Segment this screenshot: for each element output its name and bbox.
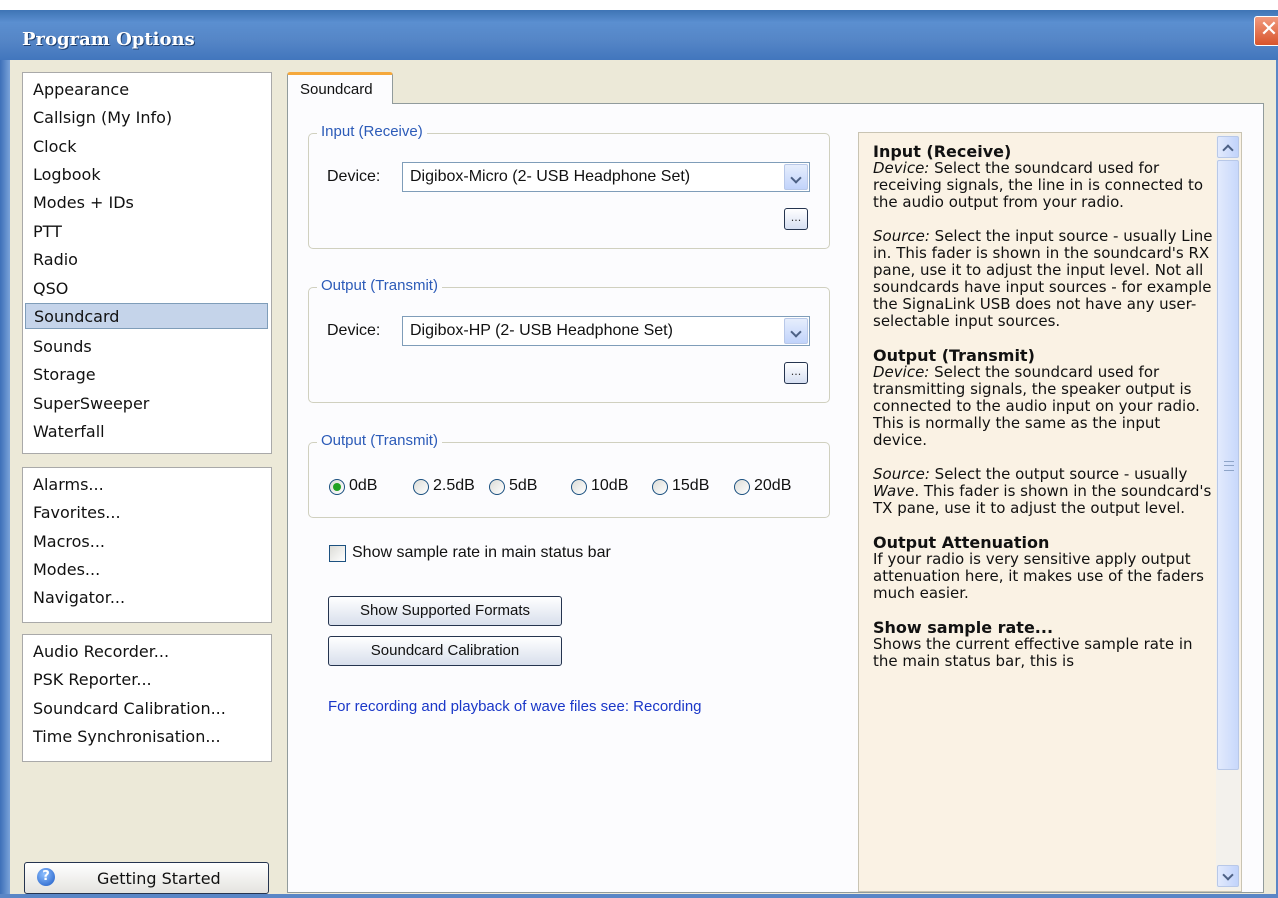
sidebar-item-favorites[interactable]: Favorites... xyxy=(33,500,121,526)
sidebar-item-soundcard[interactable]: Soundcard xyxy=(25,303,268,329)
utilities-list: Audio Recorder... PSK Reporter... Soundc… xyxy=(22,634,272,762)
sidebar-item-appearance[interactable]: Appearance xyxy=(33,77,129,103)
recording-link[interactable]: For recording and playback of wave files… xyxy=(328,698,702,715)
radio-2-5db-label[interactable]: 2.5dB xyxy=(433,477,475,495)
sidebar-item-psk-reporter[interactable]: PSK Reporter... xyxy=(33,667,152,693)
input-device-label: Device: xyxy=(327,168,381,185)
output-transmit-title: Output (Transmit) xyxy=(317,277,442,294)
help-output-device: Device: Select the soundcard used for tr… xyxy=(873,364,1213,449)
soundcard-calibration-button[interactable]: Soundcard Calibration xyxy=(328,636,562,666)
radio-0db[interactable] xyxy=(329,479,345,495)
help-input-device-term: Device: xyxy=(873,159,930,177)
close-button[interactable]: ✕ xyxy=(1254,16,1278,46)
help-samplerate-heading: Show sample rate... xyxy=(873,618,1054,637)
radio-10db[interactable] xyxy=(571,479,587,495)
chevron-down-icon[interactable] xyxy=(784,318,808,344)
sidebar-item-modes-ids[interactable]: Modes + IDs xyxy=(33,190,134,216)
show-sample-rate-checkbox[interactable] xyxy=(329,545,346,562)
scrollbar-thumb[interactable] xyxy=(1217,160,1239,770)
help-output-heading: Output (Transmit) xyxy=(873,346,1035,365)
output-device-value: Digibox-HP (2- USB Headphone Set) xyxy=(410,322,673,339)
radio-0db-label[interactable]: 0dB xyxy=(349,477,377,495)
getting-started-button[interactable]: ? Getting Started xyxy=(24,862,269,894)
help-output-source-text-a: Select the output source - usually xyxy=(929,465,1188,483)
sidebar-item-macros[interactable]: Macros... xyxy=(33,529,105,555)
window-title: Program Options xyxy=(22,29,195,50)
sidebar-item-callsign[interactable]: Callsign (My Info) xyxy=(33,105,172,131)
help-samplerate-text: Shows the current effective sample rate … xyxy=(873,635,1193,670)
help-input-heading: Input (Receive) xyxy=(873,142,1012,161)
tools-list: Alarms... Favorites... Macros... Modes..… xyxy=(22,467,272,623)
sidebar-item-qso[interactable]: QSO xyxy=(33,276,68,302)
help-output-source: Source: Select the output source - usual… xyxy=(873,466,1213,517)
sidebar-item-navigator[interactable]: Navigator... xyxy=(33,585,125,611)
getting-started-label: Getting Started xyxy=(97,869,221,888)
sidebar-item-radio[interactable]: Radio xyxy=(33,247,78,273)
radio-15db-label[interactable]: 15dB xyxy=(672,477,709,495)
show-sample-rate-label[interactable]: Show sample rate in main status bar xyxy=(352,544,611,562)
output-device-browse-button[interactable]: ... xyxy=(784,362,808,384)
radio-20db-label[interactable]: 20dB xyxy=(754,477,791,495)
radio-2-5db[interactable] xyxy=(413,479,429,495)
window-frame-left xyxy=(0,60,10,898)
radio-20db[interactable] xyxy=(734,479,750,495)
output-attenuation-group: Output (Transmit) xyxy=(308,432,830,518)
help-input-source: Source: Select the input source - usuall… xyxy=(873,228,1213,330)
tab-soundcard-label: Soundcard xyxy=(300,81,373,98)
help-input-device: Device: Select the soundcard used for re… xyxy=(873,160,1213,211)
input-device-select[interactable]: Digibox-Micro (2- USB Headphone Set) xyxy=(402,162,810,192)
help-output-source-text-b: . This fader is shown in the soundcard's… xyxy=(873,482,1212,517)
output-device-label: Device: xyxy=(327,322,381,339)
sidebar-item-ptt[interactable]: PTT xyxy=(33,219,62,245)
sidebar-item-audio-recorder[interactable]: Audio Recorder... xyxy=(33,639,169,665)
sidebar-item-waterfall[interactable]: Waterfall xyxy=(33,419,105,445)
input-device-value: Digibox-Micro (2- USB Headphone Set) xyxy=(410,168,691,185)
scroll-down-icon[interactable] xyxy=(1217,865,1239,887)
sidebar-item-logbook[interactable]: Logbook xyxy=(33,162,101,188)
sidebar-item-modes[interactable]: Modes... xyxy=(33,557,100,583)
input-device-browse-button[interactable]: ... xyxy=(784,208,808,230)
sidebar-item-alarms[interactable]: Alarms... xyxy=(33,472,104,498)
help-scrollbar[interactable] xyxy=(1216,134,1240,890)
radio-15db[interactable] xyxy=(652,479,668,495)
show-supported-formats-button[interactable]: Show Supported Formats xyxy=(328,596,562,626)
sidebar-item-storage[interactable]: Storage xyxy=(33,362,96,388)
grip-icon xyxy=(1224,461,1234,471)
help-output-source-wave: Wave xyxy=(873,482,915,500)
help-pane[interactable]: Input (Receive) Device: Select the sound… xyxy=(858,132,1242,892)
radio-5db[interactable] xyxy=(489,479,505,495)
radio-5db-label[interactable]: 5dB xyxy=(509,477,537,495)
sidebar-item-time-sync[interactable]: Time Synchronisation... xyxy=(33,724,221,750)
help-output-source-term: Source: xyxy=(873,465,930,483)
chevron-down-icon[interactable] xyxy=(784,164,808,190)
sidebar-item-sounds[interactable]: Sounds xyxy=(33,334,92,360)
window-frame-bottom xyxy=(0,894,1278,898)
radio-10db-label[interactable]: 10dB xyxy=(591,477,628,495)
input-receive-title: Input (Receive) xyxy=(317,123,427,140)
question-icon: ? xyxy=(37,868,55,886)
tab-soundcard[interactable]: Soundcard xyxy=(287,72,393,104)
help-atten-heading: Output Attenuation xyxy=(873,533,1050,552)
help-atten-text: If your radio is very sensitive apply ou… xyxy=(873,550,1204,602)
help-input-source-term: Source: xyxy=(873,227,930,245)
help-output-device-term: Device: xyxy=(873,363,930,381)
output-attenuation-title: Output (Transmit) xyxy=(317,432,442,449)
help-content: Input (Receive) Device: Select the sound… xyxy=(873,143,1213,687)
output-device-select[interactable]: Digibox-HP (2- USB Headphone Set) xyxy=(402,316,810,346)
title-bar[interactable]: Program Options xyxy=(0,10,1278,60)
options-category-list: Appearance Callsign (My Info) Clock Logb… xyxy=(22,72,272,454)
sidebar-item-supersweeper[interactable]: SuperSweeper xyxy=(33,391,149,417)
sidebar-item-clock[interactable]: Clock xyxy=(33,134,76,160)
scroll-up-icon[interactable] xyxy=(1217,136,1239,158)
sidebar-item-soundcard-calibration[interactable]: Soundcard Calibration... xyxy=(33,696,226,722)
